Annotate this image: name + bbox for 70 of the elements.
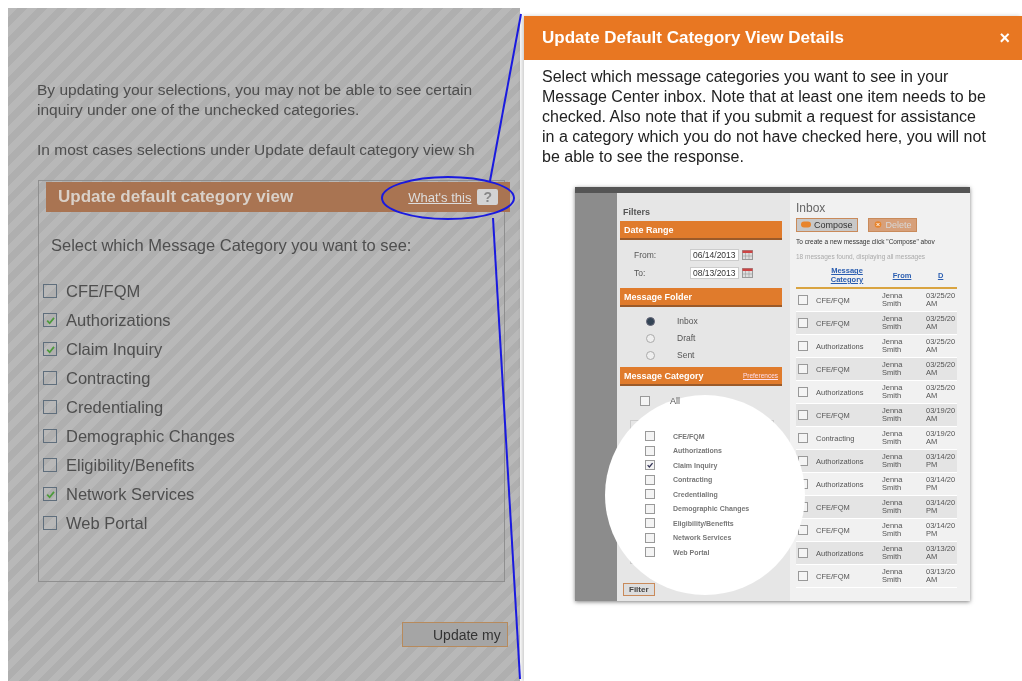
- checkbox[interactable]: [43, 429, 57, 443]
- category-label: Authorizations: [66, 310, 171, 330]
- folder-label: Inbox: [677, 316, 698, 326]
- checkbox[interactable]: [645, 518, 655, 529]
- from-label: From:: [634, 250, 658, 260]
- checkbox[interactable]: [43, 400, 57, 414]
- inbox-title: Inbox: [796, 201, 827, 217]
- checkbox[interactable]: [798, 318, 808, 328]
- category-label: Web Portal: [66, 513, 148, 533]
- filter-button[interactable]: Filter: [623, 583, 655, 596]
- close-circle-icon: [872, 221, 883, 228]
- checkbox[interactable]: [798, 433, 808, 443]
- checkbox[interactable]: [645, 460, 655, 471]
- section-header: Message Folder: [620, 288, 782, 307]
- checkbox[interactable]: [43, 487, 57, 501]
- category-label: Credentialing: [66, 397, 164, 417]
- update-button[interactable]: Update my: [402, 622, 508, 647]
- checkbox[interactable]: [640, 396, 650, 406]
- checkbox[interactable]: [645, 489, 655, 500]
- category-label: CFE/FQM: [66, 281, 141, 301]
- all-label: All: [670, 396, 680, 406]
- folder-label: Draft: [677, 333, 696, 343]
- to-label: To:: [634, 268, 647, 278]
- calendar-icon[interactable]: [741, 250, 753, 260]
- radio-button[interactable]: [646, 333, 655, 343]
- prompt-text: Select which Message Category you want to see:: [51, 236, 413, 255]
- note-text: In most cases selections under Update default category view sh: [37, 140, 476, 160]
- compose-button[interactable]: Compose: [796, 217, 858, 232]
- radio-button[interactable]: [646, 316, 655, 326]
- category-label: Eligibility/Benefits: [66, 455, 195, 475]
- category-label: Contracting: [66, 368, 151, 388]
- date-field[interactable]: 06/14/2013: [690, 249, 739, 261]
- checkbox[interactable]: [43, 342, 57, 356]
- checkbox[interactable]: [645, 474, 655, 485]
- checkbox[interactable]: [798, 571, 808, 581]
- whats-this-link[interactable]: What's this: [408, 189, 472, 205]
- checkbox[interactable]: [645, 547, 655, 558]
- checkbox[interactable]: [645, 532, 655, 543]
- category-label: Claim Inquiry: [66, 339, 163, 359]
- date-field[interactable]: 08/13/2013: [690, 267, 739, 279]
- description-text: Select which message categories you want to see in your Message Center inbox. Note that at least one item needs to be checked. Also note that if you submit a request for assistance in a category which you do not have checked here, you will not be able to see the response.: [542, 67, 987, 167]
- section-header: Date Range: [620, 221, 782, 240]
- checkbox[interactable]: [798, 410, 808, 420]
- checkbox[interactable]: [43, 516, 57, 530]
- pill-icon: [801, 221, 811, 228]
- checkbox[interactable]: [798, 295, 808, 305]
- checkbox[interactable]: [43, 313, 57, 327]
- calendar-icon[interactable]: [741, 268, 753, 278]
- checkbox[interactable]: [798, 525, 808, 535]
- checkbox[interactable]: [798, 364, 808, 374]
- radio-button[interactable]: [646, 350, 655, 360]
- checkbox[interactable]: [798, 456, 808, 466]
- checkbox[interactable]: [645, 503, 655, 514]
- checkbox[interactable]: [798, 341, 808, 351]
- checkbox[interactable]: [645, 445, 655, 456]
- filters-title: Filters: [622, 207, 651, 219]
- checkbox[interactable]: [43, 458, 57, 472]
- checkbox[interactable]: [645, 431, 655, 442]
- category-label: Network Services: [66, 484, 195, 504]
- checkbox[interactable]: [43, 284, 57, 298]
- intro-text: By updating your selections, you may not be able to see certain inquiry under one of the unchecked categories.: [37, 80, 474, 120]
- category-label: Demographic Changes: [66, 426, 235, 446]
- folder-label: Sent: [677, 350, 695, 360]
- section-title: Message Category: [624, 370, 704, 381]
- panel-title: Update default category view: [58, 187, 294, 207]
- close-button[interactable]: ×: [999, 27, 1010, 49]
- checkbox[interactable]: [798, 548, 808, 558]
- modal-title: Update Default Category View Details: [542, 28, 844, 48]
- checkbox[interactable]: [43, 371, 57, 385]
- checkbox[interactable]: [798, 387, 808, 397]
